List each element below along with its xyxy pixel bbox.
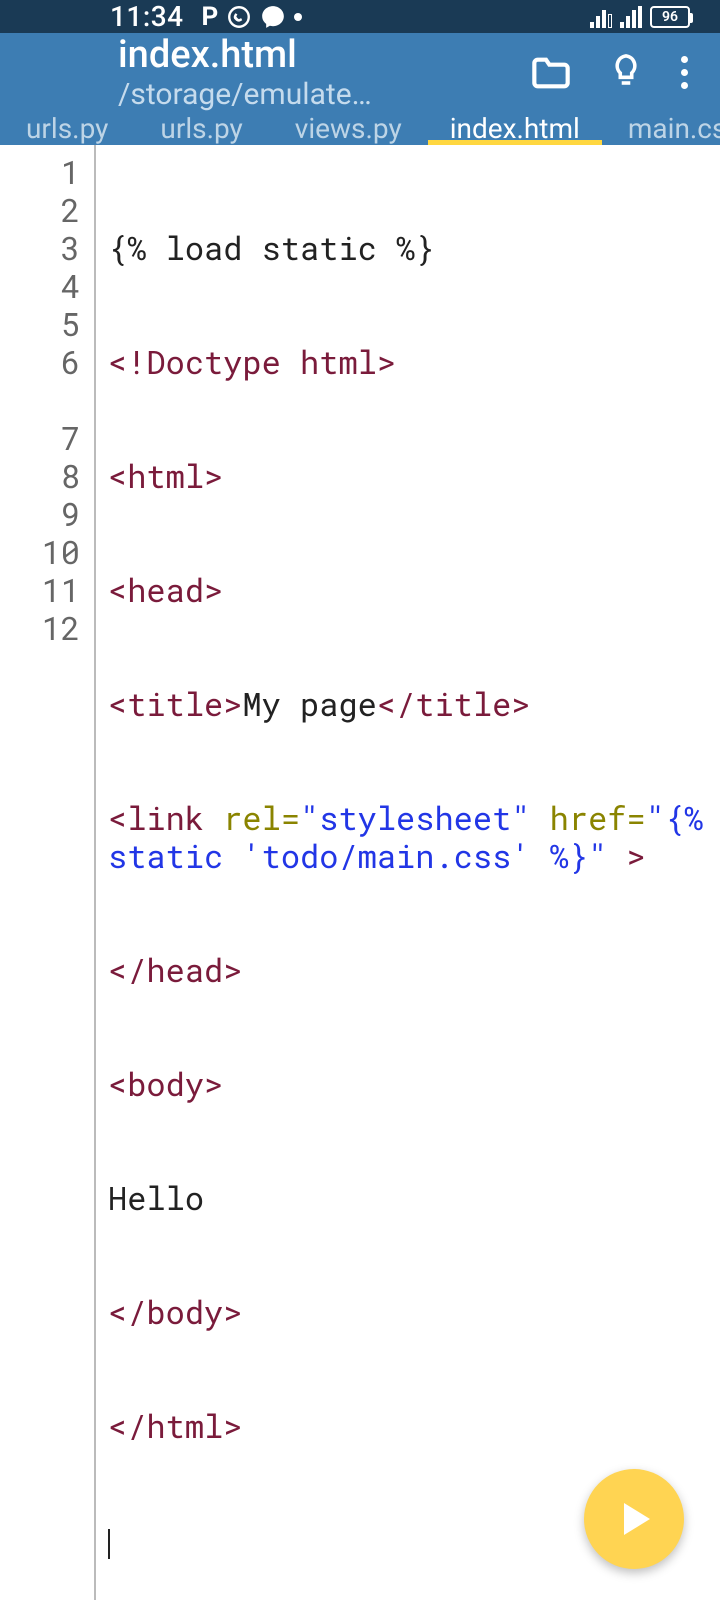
- whatsapp-icon: [226, 4, 252, 30]
- status-bar: 11:34 P 96: [0, 0, 720, 33]
- text-cursor: [108, 1529, 110, 1559]
- battery-level: 96: [662, 9, 678, 25]
- play-icon: [624, 1503, 650, 1535]
- battery-icon: 96: [650, 6, 690, 28]
- code-content[interactable]: {% load static %} <!Doctype html> <html>…: [96, 145, 720, 1600]
- page-title: index.html: [118, 33, 531, 77]
- more-button[interactable]: [681, 56, 688, 89]
- code-editor[interactable]: 1 2 3 4 5 6 7 8 9 10 11 12 {% load stati…: [0, 145, 720, 1600]
- tab-main-css[interactable]: main.css: [602, 112, 720, 145]
- tab-label: views.py: [295, 112, 402, 145]
- status-time: 11:34: [110, 0, 184, 33]
- tabs: urls.py urls.py views.py index.html main…: [0, 112, 720, 145]
- tab-label: index.html: [450, 112, 580, 145]
- menu-button[interactable]: [36, 58, 80, 88]
- tab-index[interactable]: index.html: [428, 112, 602, 145]
- p-icon: P: [202, 2, 219, 32]
- tab-label: urls.py: [26, 112, 108, 145]
- messenger-icon: [260, 4, 286, 30]
- tab-urls-2[interactable]: urls.py: [134, 112, 268, 145]
- page-subtitle: /storage/emulate…: [118, 77, 388, 112]
- tab-label: urls.py: [160, 112, 242, 145]
- tab-label: main.css: [628, 112, 720, 145]
- app-bar: index.html /storage/emulate…: [0, 33, 720, 112]
- signal-icon: [620, 6, 642, 28]
- line-gutter: 1 2 3 4 5 6 7 8 9 10 11 12: [0, 145, 96, 1600]
- lightbulb-button[interactable]: [611, 53, 641, 93]
- tab-urls-1[interactable]: urls.py: [0, 112, 134, 145]
- tab-views[interactable]: views.py: [269, 112, 428, 145]
- folder-button[interactable]: [531, 56, 571, 90]
- signal-icon: [590, 6, 612, 28]
- notification-dot-icon: [294, 13, 302, 21]
- run-button[interactable]: [584, 1469, 684, 1569]
